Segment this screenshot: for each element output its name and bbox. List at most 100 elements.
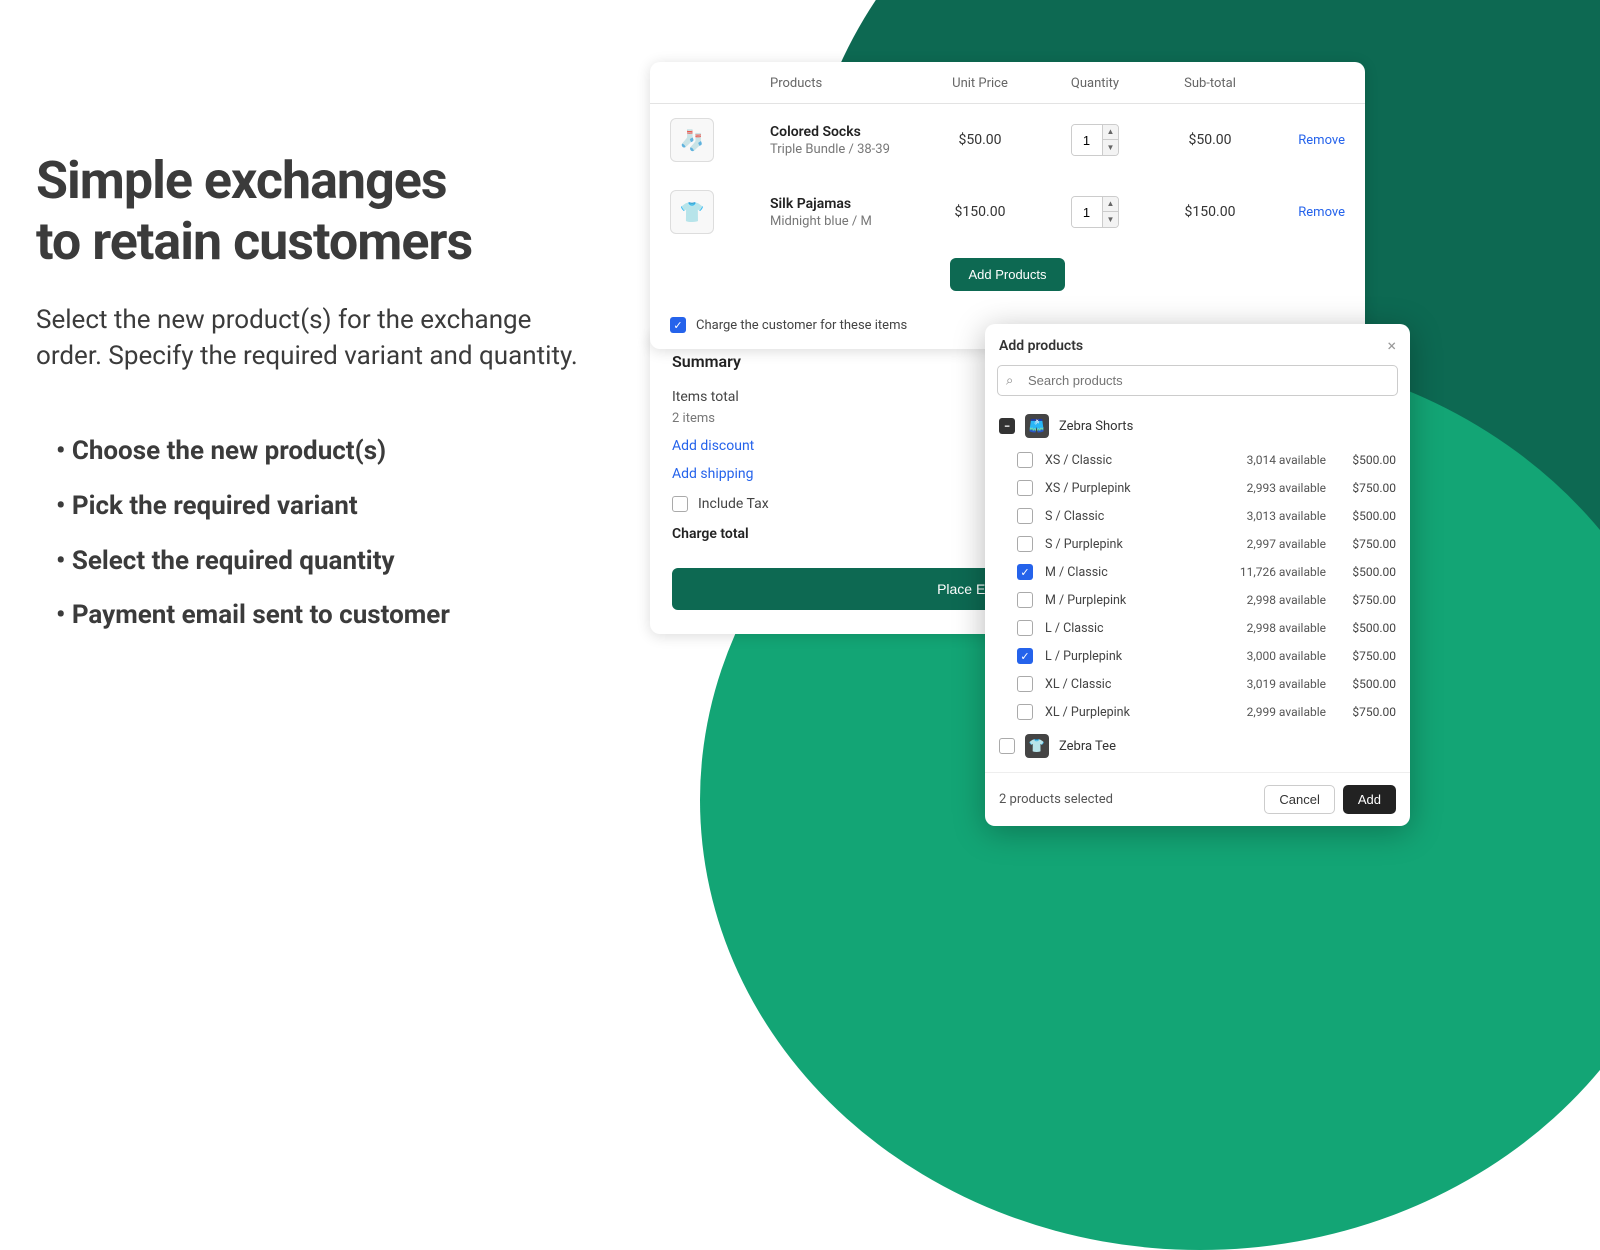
cancel-button[interactable]: Cancel [1264,785,1334,814]
search-icon: ⌕ [1006,373,1013,388]
variant-price: $750.00 [1326,649,1396,663]
variant-available: 2,997 available [1226,537,1326,551]
variant-row[interactable]: ✓ M / Classic 11,726 available $500.00 [985,558,1410,586]
include-tax-label: Include Tax [698,496,769,512]
variant-price: $750.00 [1326,705,1396,719]
variant-row[interactable]: L / Classic 2,998 available $500.00 [985,614,1410,642]
col-subtotal: Sub-total [1155,76,1265,91]
bullet-item: Payment email sent to customer [56,588,596,643]
variant-row[interactable]: ✓ L / Purplepink 3,000 available $750.00 [985,642,1410,670]
variant-price: $750.00 [1326,593,1396,607]
variant-available: 3,014 available [1226,453,1326,467]
product-group-header[interactable]: 👕 Zebra Tee [985,726,1410,766]
product-checkbox-indeterminate[interactable]: − [999,418,1015,434]
variant-checkbox[interactable]: ✓ [1017,564,1033,580]
remove-link[interactable]: Remove [1298,133,1345,148]
variant-row[interactable]: M / Purplepink 2,998 available $750.00 [985,586,1410,614]
variant-name: M / Classic [1045,565,1226,580]
marketing-copy: Simple exchangesto retain customers Sele… [36,150,596,643]
variant-available: 3,013 available [1226,509,1326,523]
table-row: 👕 Silk PajamasMidnight blue / M $150.00 … [650,176,1365,248]
variant-available: 11,726 available [1226,565,1326,579]
add-products-button[interactable]: Add Products [950,258,1064,291]
subtotal: $150.00 [1155,204,1265,220]
product-variant: Midnight blue / M [770,214,925,229]
subtotal: $50.00 [1155,132,1265,148]
qty-down-icon[interactable]: ▼ [1103,212,1119,228]
products-card: Products Unit Price Quantity Sub-total 🧦… [650,62,1365,349]
variant-checkbox[interactable] [1017,508,1033,524]
product-name: Silk Pajamas [770,196,925,212]
include-tax-checkbox[interactable] [672,496,688,512]
quantity-stepper[interactable]: ▲▼ [1071,124,1120,156]
charge-label: Charge the customer for these items [696,318,907,333]
quantity-input[interactable] [1072,197,1102,227]
variant-name: XS / Classic [1045,453,1226,468]
selected-count: 2 products selected [999,792,1113,807]
variant-price: $500.00 [1326,509,1396,523]
variant-checkbox[interactable] [1017,620,1033,636]
headline: Simple exchangesto retain customers [36,150,596,273]
qty-down-icon[interactable]: ▼ [1103,140,1119,156]
modal-title: Add products [999,338,1083,354]
variant-name: S / Purplepink [1045,537,1226,552]
bullet-list: Choose the new product(s) Pick the requi… [36,424,596,642]
variant-checkbox[interactable] [1017,676,1033,692]
variant-available: 2,993 available [1226,481,1326,495]
variant-checkbox[interactable] [1017,704,1033,720]
product-checkbox[interactable] [999,738,1015,754]
variant-price: $500.00 [1326,621,1396,635]
product-name: Colored Socks [770,124,925,140]
col-quantity: Quantity [1035,76,1155,91]
product-thumb-icon: 👕 [1025,734,1049,758]
col-unit-price: Unit Price [925,76,1035,91]
variant-available: 3,000 available [1226,649,1326,663]
qty-up-icon[interactable]: ▲ [1103,196,1119,212]
variant-name: L / Purplepink [1045,649,1226,664]
variant-name: XS / Purplepink [1045,481,1226,496]
quantity-stepper[interactable]: ▲▼ [1071,196,1120,228]
variant-available: 2,998 available [1226,593,1326,607]
unit-price: $150.00 [925,204,1035,220]
add-products-modal: Add products × ⌕ − 🩳 Zebra Shorts XS / C… [985,324,1410,826]
variant-price: $750.00 [1326,537,1396,551]
variant-name: XL / Purplepink [1045,705,1226,720]
variant-checkbox[interactable] [1017,536,1033,552]
remove-link[interactable]: Remove [1298,205,1345,220]
qty-up-icon[interactable]: ▲ [1103,124,1119,140]
charge-checkbox[interactable]: ✓ [670,317,686,333]
variant-name: L / Classic [1045,621,1226,636]
variant-price: $500.00 [1326,677,1396,691]
variant-price: $500.00 [1326,565,1396,579]
variant-row[interactable]: S / Purplepink 2,997 available $750.00 [985,530,1410,558]
subheadline: Select the new product(s) for the exchan… [36,303,596,375]
product-name: Zebra Shorts [1059,419,1133,434]
variant-row[interactable]: XL / Purplepink 2,999 available $750.00 [985,698,1410,726]
product-thumb-icon: 🩳 [1025,414,1049,438]
bullet-item: Select the required quantity [56,534,596,589]
search-input[interactable] [997,365,1398,396]
add-button[interactable]: Add [1343,785,1396,814]
variant-checkbox[interactable] [1017,480,1033,496]
variant-checkbox[interactable]: ✓ [1017,648,1033,664]
variant-row[interactable]: XL / Classic 3,019 available $500.00 [985,670,1410,698]
variant-name: XL / Classic [1045,677,1226,692]
product-group-header[interactable]: − 🩳 Zebra Shorts [985,406,1410,446]
variant-available: 2,999 available [1226,705,1326,719]
variant-row[interactable]: XS / Purplepink 2,993 available $750.00 [985,474,1410,502]
variant-available: 3,019 available [1226,677,1326,691]
product-thumb: 👕 [670,190,714,234]
bullet-item: Pick the required variant [56,479,596,534]
close-icon[interactable]: × [1387,336,1396,355]
variant-checkbox[interactable] [1017,592,1033,608]
variant-row[interactable]: S / Classic 3,013 available $500.00 [985,502,1410,530]
variant-price: $750.00 [1326,481,1396,495]
table-row: 🧦 Colored SocksTriple Bundle / 38-39 $50… [650,104,1365,176]
col-products: Products [770,76,925,91]
variant-checkbox[interactable] [1017,452,1033,468]
bullet-item: Choose the new product(s) [56,424,596,479]
product-variant: Triple Bundle / 38-39 [770,142,925,157]
variant-row[interactable]: XS / Classic 3,014 available $500.00 [985,446,1410,474]
variant-name: M / Purplepink [1045,593,1226,608]
quantity-input[interactable] [1072,125,1102,155]
